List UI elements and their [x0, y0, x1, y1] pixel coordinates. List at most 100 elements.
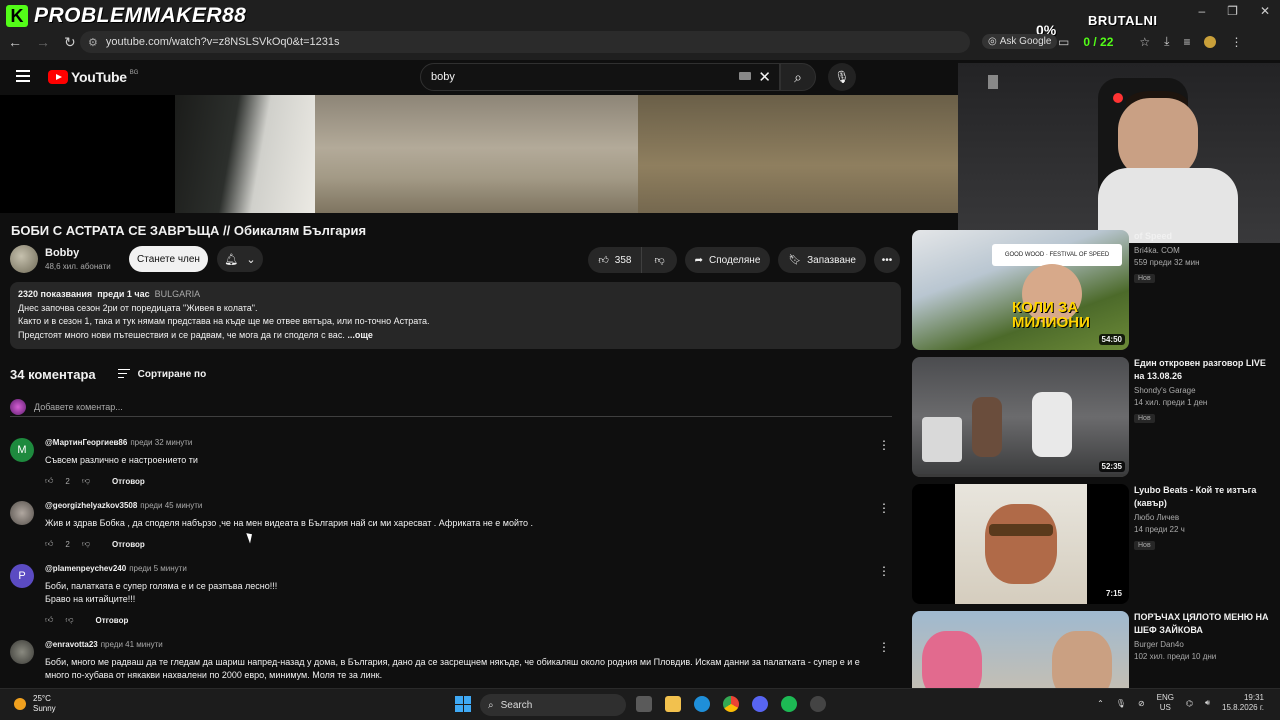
show-more-link[interactable]: ...още — [347, 330, 373, 340]
spotify-icon[interactable] — [781, 696, 797, 712]
cast-icon[interactable]: ▭ — [1058, 35, 1069, 49]
recommended-video[interactable]: 52:35 Един откровен разговор LIVE на 13.… — [912, 357, 1272, 477]
clear-search-icon[interactable]: ✕ — [758, 68, 771, 86]
comment-handle[interactable]: @georgizhelyazkov3508 — [45, 501, 137, 510]
recommended-video[interactable]: 7:15 Lyubo Beats - Кой те изтъга (кавър)… — [912, 484, 1272, 604]
thumbs-down-icon[interactable]: 👎︎ — [82, 476, 90, 486]
video-title[interactable]: ПОРЪЧАХ ЦЯЛОТО МЕНЮ НА ШЕФ ЗАЙКОВА — [1134, 611, 1272, 637]
commenter-avatar[interactable]: M — [10, 438, 34, 462]
recommended-video[interactable]: ПОРЪЧАХ ЦЯЛОТО МЕНЮ НА ШЕФ ЗАЙКОВА Burge… — [912, 611, 1272, 688]
language-indicator[interactable]: ENG US — [1157, 693, 1174, 713]
close-icon[interactable]: ✕ — [1260, 4, 1270, 18]
thumbs-up-icon[interactable]: 👍︎ — [45, 539, 53, 549]
reading-list-icon[interactable]: ≡ — [1183, 35, 1190, 49]
clock[interactable]: 19:31 15.8.2026 г. — [1222, 693, 1264, 713]
file-explorer-icon[interactable] — [665, 696, 681, 712]
more-actions-button[interactable]: ••• — [874, 247, 900, 273]
download-icon[interactable]: ⤓ — [1164, 34, 1169, 49]
video-stats: 559 преди 32 мин — [1134, 258, 1200, 267]
hamburger-menu-icon[interactable] — [16, 70, 30, 85]
address-bar[interactable]: ⚙ youtube.com/watch?v=z8NSLSVkOq0&t=1231… — [80, 31, 970, 53]
minimize-icon[interactable]: – — [1198, 4, 1205, 18]
menu-icon[interactable]: ⋮ — [1230, 35, 1242, 49]
video-thumbnail[interactable]: 52:35 — [912, 357, 1129, 477]
like-button[interactable]: 👍︎ 358 — [588, 247, 642, 273]
sort-button[interactable]: Сортиране по — [117, 368, 206, 381]
site-info-icon[interactable]: ⚙ — [88, 36, 98, 49]
edge-icon[interactable] — [694, 696, 710, 712]
video-info: ПОРЪЧАХ ЦЯЛОТО МЕНЮ НА ШЕФ ЗАЙКОВА Burge… — [1134, 611, 1272, 661]
network-icon[interactable]: ⊘ — [1138, 699, 1145, 708]
thumbs-up-icon[interactable]: 👍︎ — [45, 615, 53, 625]
channel-avatar[interactable] — [10, 245, 38, 273]
reply-button[interactable]: Отговор — [112, 540, 145, 549]
comment-handle[interactable]: @enravotta23 — [45, 640, 98, 649]
video-title[interactable]: of Speed — [1134, 230, 1274, 243]
comment-time[interactable]: преди 45 минути — [140, 501, 202, 510]
bookmark-star-icon[interactable]: ☆ — [1139, 35, 1150, 49]
comment-menu-icon[interactable]: ⋮ — [878, 564, 890, 578]
reply-button[interactable]: Отговор — [112, 477, 145, 486]
back-icon[interactable]: ← — [8, 34, 22, 51]
comment-time[interactable]: преди 41 минути — [101, 640, 163, 649]
description-box[interactable]: 2320 показвания преди 1 час BULGARIA Дне… — [10, 282, 901, 349]
video-channel[interactable]: Bri4ka. COM — [1134, 246, 1274, 255]
commenter-avatar[interactable]: P — [10, 564, 34, 588]
video-channel[interactable]: Burger Dan4o — [1134, 640, 1272, 649]
video-title[interactable]: Lyubo Beats - Кой те изтъга (кавър) — [1134, 484, 1274, 510]
thumbnail-car — [922, 417, 962, 462]
voice-search-button[interactable]: 🎙 — [828, 63, 856, 91]
restore-icon[interactable]: ❐ — [1227, 4, 1238, 18]
weather-widget[interactable]: 25°C Sunny — [14, 694, 56, 714]
comment-time[interactable]: преди 32 минути — [130, 438, 192, 447]
join-button[interactable]: Станете член — [129, 246, 208, 272]
share-button[interactable]: ➦ Споделяне — [684, 247, 771, 273]
video-channel[interactable]: Любо Личев — [1134, 513, 1274, 522]
keyboard-icon[interactable] — [739, 72, 751, 80]
network-status-icon[interactable]: ⌬ — [1186, 699, 1193, 708]
video-title[interactable]: Един откровен разговор LIVE на 13.08.26 — [1134, 357, 1274, 383]
add-comment-field[interactable]: Добавете коментар... — [10, 399, 892, 417]
notification-button[interactable]: 🔔︎ ⌄ — [217, 246, 263, 272]
video-thumbnail[interactable] — [912, 611, 1129, 688]
thumbs-up-icon[interactable]: 👍︎ — [45, 476, 53, 486]
reload-icon[interactable]: ↻ — [64, 34, 76, 51]
save-button[interactable]: 🔖︎ Запазване — [778, 247, 866, 273]
comment-menu-icon[interactable]: ⋮ — [878, 438, 890, 452]
location-tag[interactable]: BULGARIA — [155, 289, 201, 299]
discord-icon[interactable] — [752, 696, 768, 712]
comment-menu-icon[interactable]: ⋮ — [878, 501, 890, 515]
ask-google-button[interactable]: ◎ Ask Google — [982, 34, 1058, 49]
taskbar-search[interactable]: ⌕ Search — [480, 694, 626, 716]
upload-time: преди 1 час — [97, 289, 150, 299]
search-input[interactable]: boby ✕ — [420, 63, 780, 91]
video-channel[interactable]: Shondy's Garage — [1134, 386, 1274, 395]
comment-handle[interactable]: @МартинГеоргиев86 — [45, 438, 127, 447]
commenter-avatar[interactable] — [10, 501, 34, 525]
video-thumbnail[interactable]: GOOD WOOD · FESTIVAL OF SPEED КОЛИ ЗА МИ… — [912, 230, 1129, 350]
thumbs-down-icon[interactable]: 👎︎ — [82, 539, 90, 549]
chrome-icon[interactable] — [723, 696, 739, 712]
task-view-icon[interactable] — [636, 696, 652, 712]
commenter-avatar[interactable] — [10, 640, 34, 664]
start-button-icon[interactable] — [455, 696, 471, 712]
volume-icon[interactable]: 🔊︎ — [1205, 698, 1210, 708]
forward-icon[interactable]: → — [36, 34, 50, 51]
search-button[interactable]: ⌕ — [780, 63, 816, 91]
reply-button[interactable]: Отговор — [96, 616, 129, 625]
app-icon[interactable] — [810, 696, 826, 712]
video-thumbnail[interactable]: 7:15 — [912, 484, 1129, 604]
comment-menu-icon[interactable]: ⋮ — [878, 640, 890, 654]
dislike-button[interactable]: 👎︎ — [641, 247, 677, 273]
youtube-logo[interactable]: YouTube BG — [48, 69, 138, 85]
description-meta: 2320 показвания преди 1 час BULGARIA — [18, 288, 893, 302]
microphone-icon[interactable]: 🎙 — [1116, 699, 1126, 708]
comment-time[interactable]: преди 5 минути — [129, 564, 187, 573]
profile-avatar[interactable] — [1204, 35, 1217, 48]
comment-handle[interactable]: @plamenpeychev240 — [45, 564, 126, 573]
thumbs-down-icon[interactable]: 👎︎ — [65, 615, 73, 625]
video-player[interactable] — [0, 95, 958, 213]
channel-name[interactable]: Bobby — [45, 247, 79, 259]
chevron-up-icon[interactable]: ⌃ — [1097, 699, 1104, 708]
recommended-video[interactable]: GOOD WOOD · FESTIVAL OF SPEED КОЛИ ЗА МИ… — [912, 230, 1272, 350]
